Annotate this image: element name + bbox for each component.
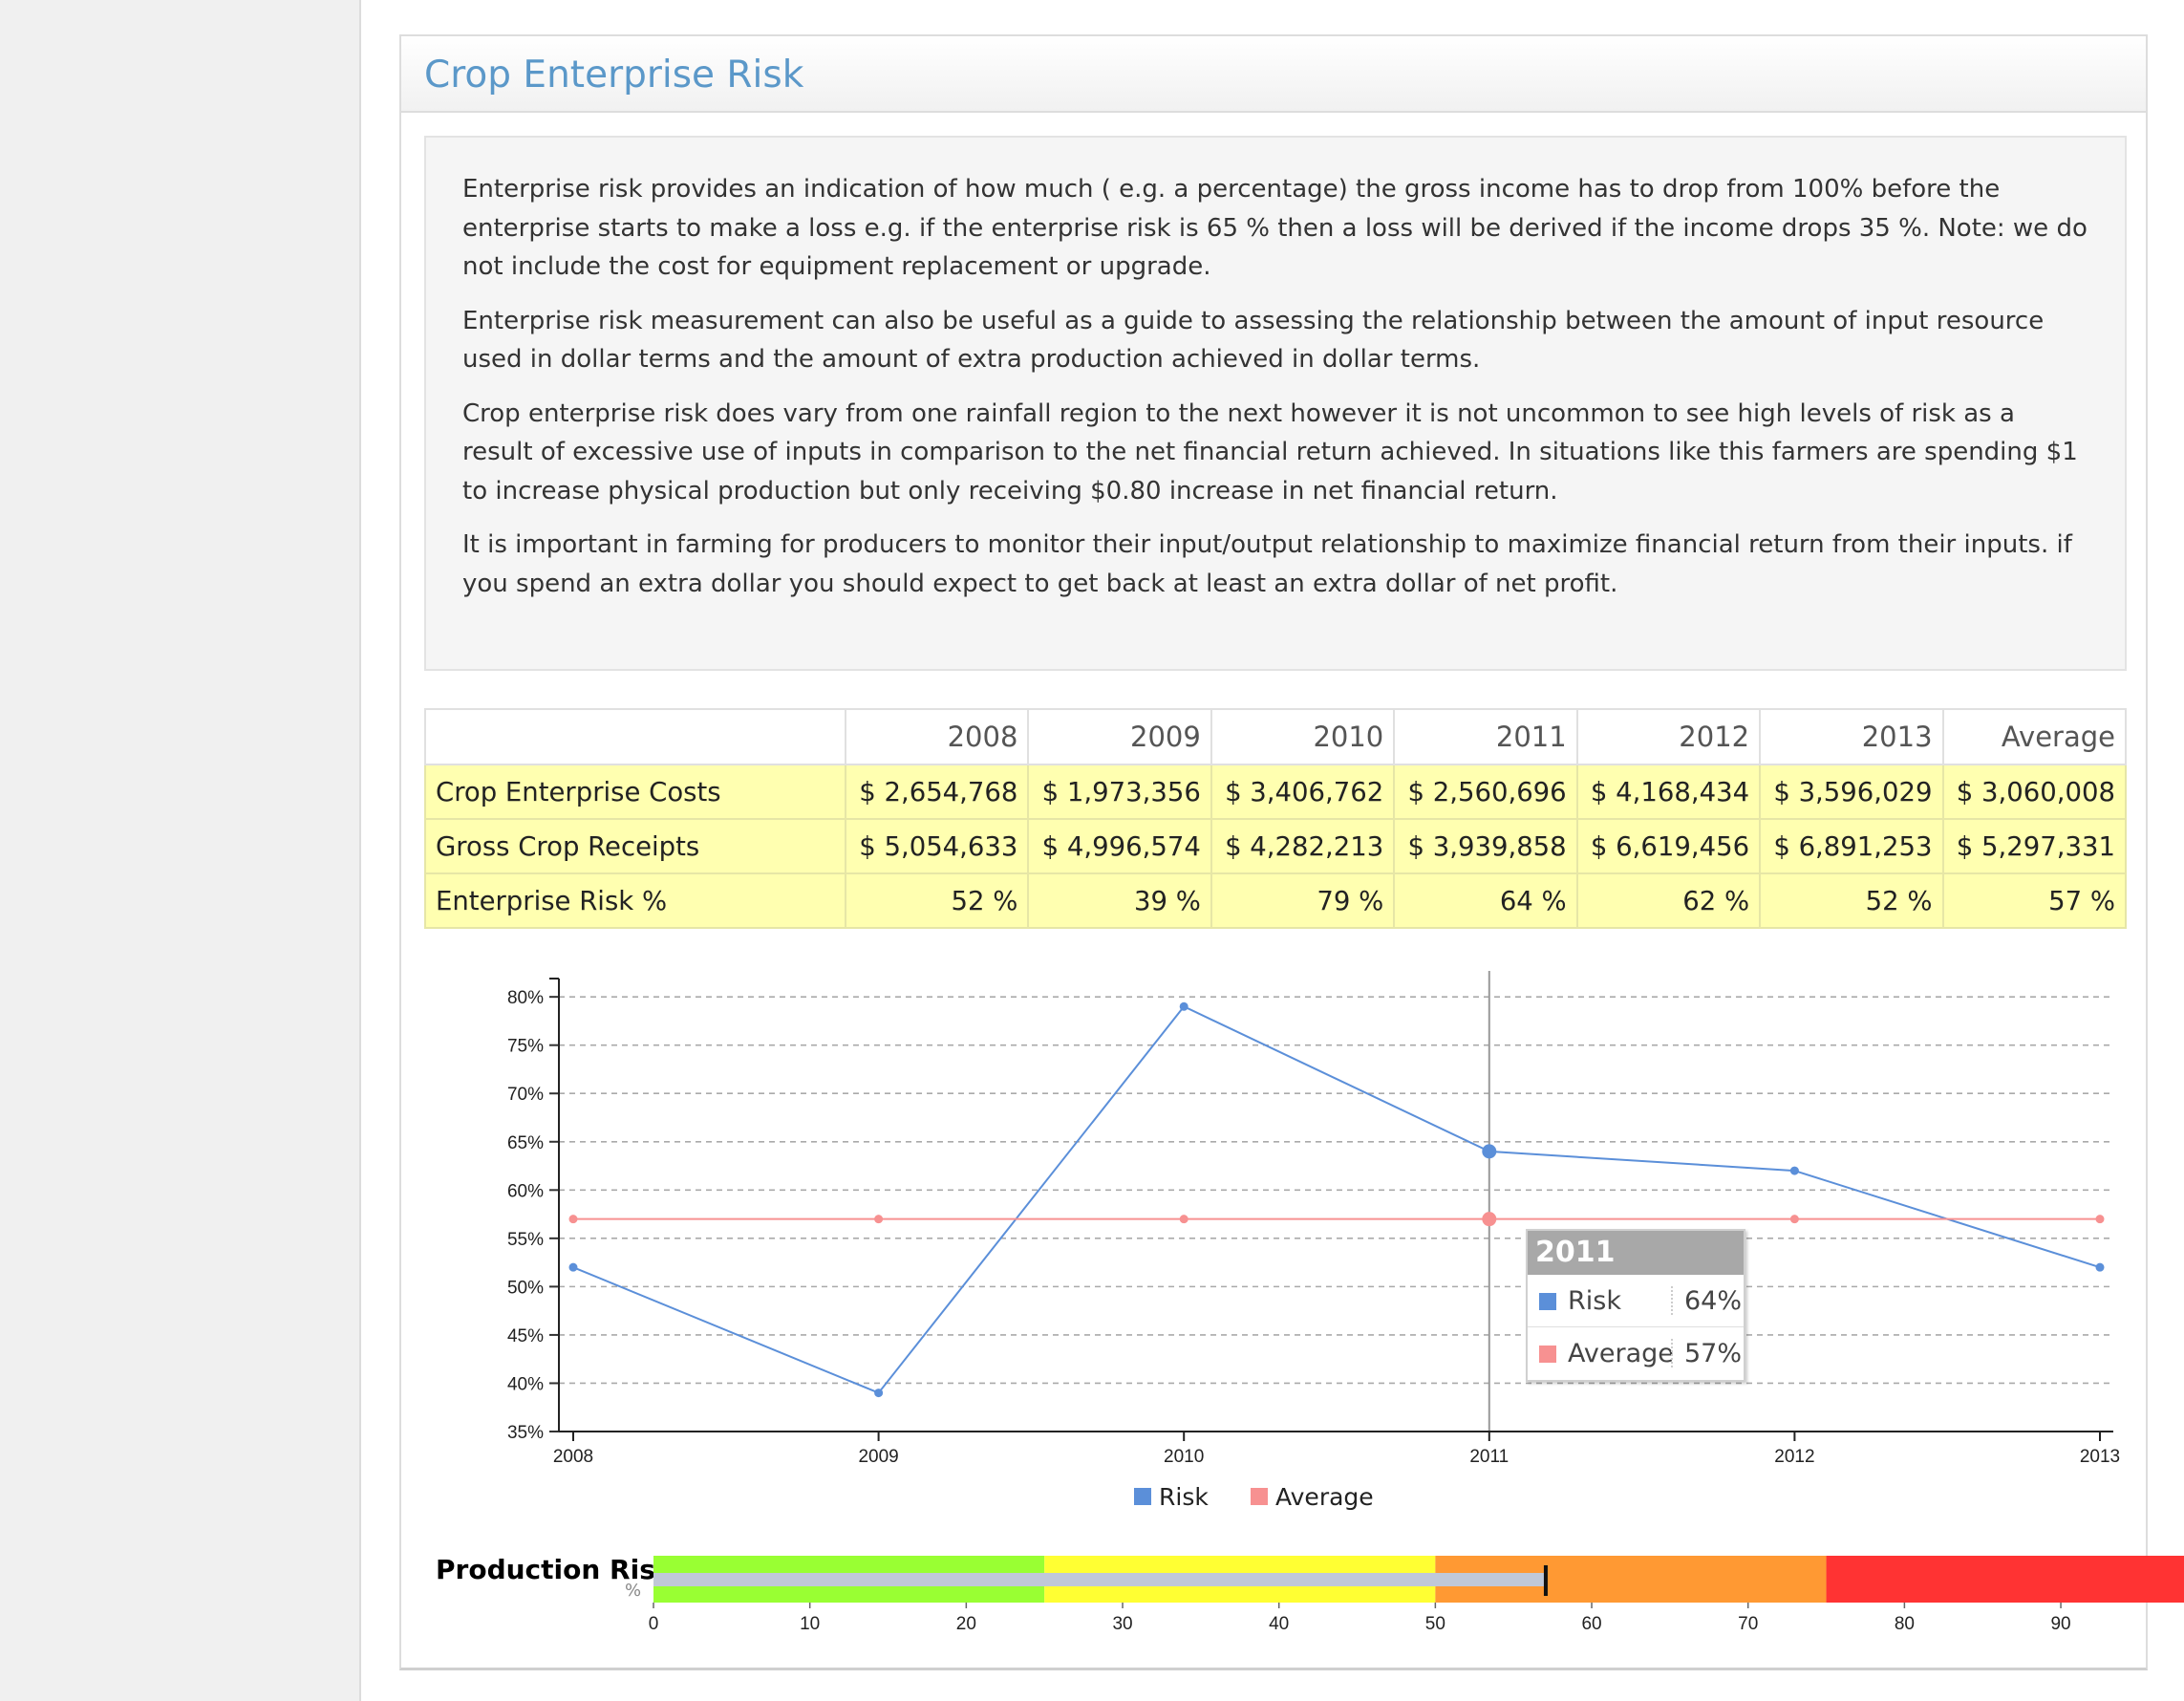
legend-label: Average	[1275, 1483, 1374, 1511]
table-cell: 52 %	[1759, 872, 1944, 929]
table-cell: 79 %	[1210, 872, 1396, 929]
legend-swatch-average	[1251, 1488, 1268, 1505]
info-paragraph: Enterprise risk measurement can also be …	[462, 306, 2045, 375]
production-risk-unit: %	[625, 1581, 642, 1601]
table-header-row: 2008 2009 2010 2011 2012 2013 Average	[424, 708, 2128, 765]
chart-tooltip: 2011 Risk 64% Average 57%	[1526, 1229, 1745, 1382]
table-cell: 64 %	[1393, 872, 1578, 929]
tooltip-series-value: 64%	[1671, 1286, 1742, 1316]
tooltip-series-name: Average	[1568, 1339, 1674, 1368]
table-cell: $ 3,060,008	[1941, 764, 2128, 820]
row-label: Gross Crop Receipts	[424, 818, 846, 874]
table-cell: $ 4,168,434	[1575, 764, 1762, 820]
table-cell: 62 %	[1575, 872, 1762, 929]
risk-table: 2008 2009 2010 2011 2012 2013 Average Cr…	[424, 708, 2128, 929]
table-header: 2011	[1393, 708, 1578, 765]
table-cell: $ 3,939,858	[1393, 818, 1578, 874]
crop-enterprise-risk-panel: Crop Enterprise Risk Enterprise risk pro…	[399, 34, 2148, 1670]
table-row: Gross Crop Receipts $ 5,054,633 $ 4,996,…	[424, 818, 2128, 874]
table-header: 2009	[1027, 708, 1212, 765]
table-cell: $ 6,891,253	[1759, 818, 1944, 874]
table-cell: $ 2,654,768	[844, 764, 1030, 820]
table-cell: 57 %	[1941, 872, 2128, 929]
table-row: Crop Enterprise Costs $ 2,654,768 $ 1,97…	[424, 764, 2128, 820]
tooltip-swatch	[1539, 1346, 1556, 1363]
tooltip-series-value: 57%	[1671, 1339, 1742, 1368]
table-header: Average	[1941, 708, 2128, 765]
table-cell: 39 %	[1027, 872, 1212, 929]
table-cell: $ 4,282,213	[1210, 818, 1396, 874]
tooltip-row-risk: Risk 64%	[1528, 1275, 1744, 1326]
row-label: Enterprise Risk %	[424, 872, 846, 929]
tooltip-title: 2011	[1528, 1231, 1744, 1275]
info-paragraph: It is important in farming for producers…	[462, 530, 2072, 598]
table-header: 2013	[1759, 708, 1944, 765]
tooltip-swatch	[1539, 1293, 1556, 1310]
legend-swatch-risk	[1134, 1488, 1151, 1505]
table-cell: $ 5,054,633	[844, 818, 1030, 874]
legend-item-average[interactable]: Average	[1251, 1483, 1374, 1511]
legend-item-risk[interactable]: Risk	[1134, 1483, 1209, 1511]
table-cell: 52 %	[844, 872, 1030, 929]
panel-title: Crop Enterprise Risk	[424, 54, 804, 97]
table-cell: $ 5,297,331	[1941, 818, 2128, 874]
table-header: 2012	[1575, 708, 1762, 765]
table-cell: $ 6,619,456	[1575, 818, 1762, 874]
row-label: Crop Enterprise Costs	[424, 764, 846, 820]
table-cell: $ 2,560,696	[1393, 764, 1578, 820]
info-box: Enterprise risk provides an indication o…	[424, 136, 2127, 671]
panel-header: Crop Enterprise Risk	[401, 36, 2146, 113]
table-header	[424, 708, 846, 765]
table-cell: $ 1,973,356	[1027, 764, 1212, 820]
table-header: 2010	[1210, 708, 1396, 765]
table-cell: $ 4,996,574	[1027, 818, 1212, 874]
table-row: Enterprise Risk % 52 % 39 % 79 % 64 % 62…	[424, 872, 2128, 929]
tooltip-row-average: Average 57%	[1528, 1326, 1744, 1379]
table-header: 2008	[844, 708, 1030, 765]
table-cell: $ 3,406,762	[1210, 764, 1396, 820]
info-paragraph: Enterprise risk provides an indication o…	[462, 175, 2088, 281]
info-paragraph: Crop enterprise risk does vary from one …	[462, 398, 2078, 506]
legend-label: Risk	[1159, 1483, 1209, 1511]
left-sidebar	[0, 0, 361, 1701]
tooltip-series-name: Risk	[1568, 1286, 1621, 1316]
table-cell: $ 3,596,029	[1759, 764, 1944, 820]
